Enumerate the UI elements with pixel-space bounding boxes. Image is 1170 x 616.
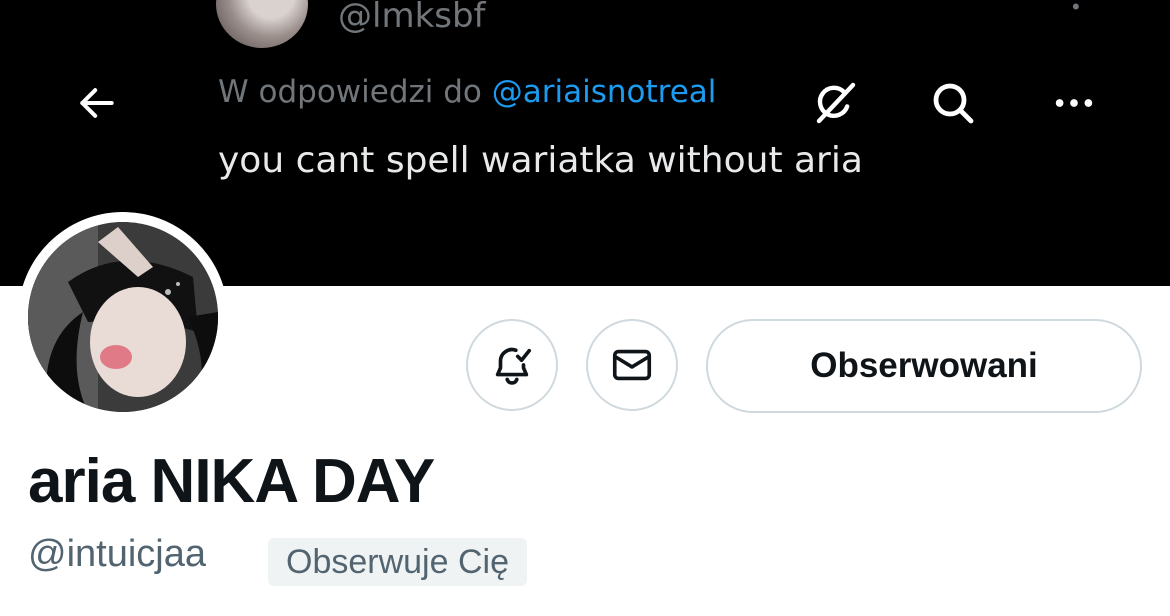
avatar-image — [28, 222, 218, 412]
notifications-button[interactable] — [466, 319, 558, 411]
avatar-photo — [28, 222, 218, 412]
search-icon — [933, 83, 974, 124]
bell-check-icon — [495, 347, 532, 385]
more-icon — [1055, 99, 1093, 107]
arrow-left-icon — [80, 88, 114, 118]
tweet-author-handle: @lmksbf — [338, 0, 486, 36]
tweet-text: you cant spell wariatka without aria — [218, 140, 863, 181]
more-button[interactable] — [1043, 72, 1105, 134]
follows-you-badge: Obserwuje Cię — [268, 538, 527, 586]
display-name: aria NIKA DAY — [28, 447, 435, 516]
tweet-author-avatar — [216, 0, 308, 48]
profile-avatar[interactable] — [18, 212, 228, 422]
following-button[interactable]: Obserwowani — [706, 319, 1142, 413]
reply-prefix: W odpowiedzi do — [218, 74, 482, 110]
username: @intuicjaa — [28, 533, 206, 575]
grok-icon — [816, 82, 856, 124]
tweet-more-icon: • — [1072, 0, 1080, 19]
tweet-reply-line: W odpowiedzi do @ariaisnotreal — [218, 74, 716, 110]
grok-button[interactable] — [804, 72, 866, 134]
back-button[interactable] — [66, 72, 128, 134]
search-button[interactable] — [922, 72, 984, 134]
message-button[interactable] — [586, 319, 678, 411]
mail-icon — [612, 349, 652, 381]
reply-mention: @ariaisnotreal — [491, 74, 717, 110]
